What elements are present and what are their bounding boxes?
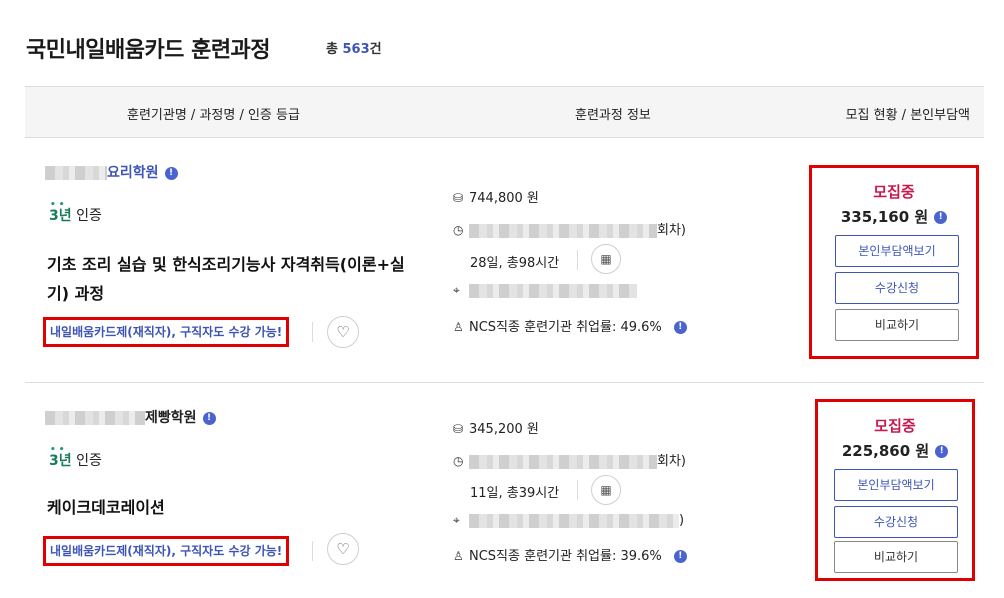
course-title[interactable]: 기초 조리 실습 및 한식조리기능사 자격취득(이론+실기) 과정: [47, 250, 407, 308]
divider: [312, 541, 313, 561]
heart-icon[interactable]: ♡: [327, 533, 359, 565]
institution-name[interactable]: 제빵학원!: [45, 407, 216, 427]
self-pay-amount: 335,160 원!: [812, 206, 976, 227]
status-panel: 모집중 335,160 원! 본인부담액보기 수강신청 비교하기: [809, 165, 979, 359]
cert-year: •• 3년: [49, 200, 72, 224]
cert-grade: •• 3년 인증: [49, 445, 102, 469]
course-address: ⌖): [453, 513, 685, 528]
page-title: 국민내일배움카드 훈련과정: [26, 38, 271, 63]
course-fee: ⛁ 744,800 원: [453, 191, 539, 206]
view-self-pay-button[interactable]: 본인부담액보기: [834, 469, 958, 501]
course-duration: 11일, 총39시간: [470, 486, 560, 501]
cert-year: •• 3년: [49, 445, 72, 469]
self-pay-amount: 225,860 원!: [818, 440, 972, 461]
card-type-tag: 내일배움카드제(재직자), 구직자도 수강 가능!: [43, 536, 290, 566]
person-icon: ♙: [453, 320, 464, 334]
calendar-icon[interactable]: ▦: [591, 244, 621, 274]
blurred-text: [469, 513, 679, 528]
header-col-status: 모집 현황 / 본인부담액: [845, 108, 970, 123]
header-col-info: 훈련과정 정보: [575, 108, 651, 123]
course-fee: ⛁ 345,200 원: [453, 422, 539, 437]
info-icon[interactable]: !: [935, 445, 949, 458]
apply-button[interactable]: 수강신청: [834, 506, 958, 538]
clock-icon: ◷: [453, 223, 464, 237]
info-icon[interactable]: !: [673, 321, 687, 334]
view-self-pay-button[interactable]: 본인부담액보기: [835, 235, 959, 267]
compare-button[interactable]: 비교하기: [834, 541, 958, 573]
heart-icon[interactable]: ♡: [327, 316, 359, 348]
institution-name[interactable]: 요리학원!: [45, 162, 178, 182]
blurred-text: [469, 454, 657, 469]
info-icon[interactable]: !: [673, 550, 687, 563]
blurred-text: [469, 223, 657, 238]
apply-button[interactable]: 수강신청: [835, 272, 959, 304]
divider: [312, 322, 313, 342]
divider: [577, 480, 578, 500]
recruit-status: 모집중: [873, 183, 915, 201]
employment-rate: ♙ NCS직종 훈련기관 취업률: 49.6%!: [453, 316, 687, 335]
course-address: ⌖: [453, 283, 637, 298]
header-col-institution: 훈련기관명 / 과정명 / 인증 등급: [127, 108, 300, 123]
coin-icon: ⛁: [453, 422, 464, 436]
info-icon[interactable]: !: [202, 411, 216, 425]
divider: [577, 250, 578, 270]
recruit-status: 모집중: [874, 417, 916, 435]
blurred-text: [45, 166, 107, 180]
location-pin-icon: ⌖: [453, 283, 460, 297]
total-count: 총 563건: [326, 42, 382, 57]
calendar-icon[interactable]: ▦: [591, 475, 621, 505]
course-period: ◷ 회차): [453, 454, 686, 469]
location-pin-icon: ⌖: [453, 513, 460, 527]
employment-rate: ♙ NCS직종 훈련기관 취업률: 39.6%!: [453, 545, 687, 564]
cert-grade: •• 3년 인증: [49, 200, 102, 224]
card-type-tag: 내일배움카드제(재직자), 구직자도 수강 가능!: [43, 317, 290, 347]
table-header: 훈련기관명 / 과정명 / 인증 등급 훈련과정 정보 모집 현황 / 본인부담…: [25, 86, 984, 138]
course-row: 제빵학원! •• 3년 인증 케이크데코레이션 내일배움카드제(재직자), 구직자…: [25, 383, 984, 598]
info-icon[interactable]: !: [934, 211, 948, 224]
clock-icon: ◷: [453, 454, 464, 468]
info-icon[interactable]: !: [164, 166, 178, 180]
coin-icon: ⛁: [453, 191, 464, 205]
blurred-text: [45, 411, 145, 425]
course-duration: 28일, 총98시간: [470, 256, 560, 271]
person-icon: ♙: [453, 549, 464, 563]
course-period: ◷ 회차): [453, 223, 686, 238]
compare-button[interactable]: 비교하기: [835, 309, 959, 341]
blurred-text: [469, 283, 637, 298]
course-title[interactable]: 케이크데코레이션: [47, 493, 407, 522]
course-row: 요리학원! •• 3년 인증 기초 조리 실습 및 한식조리기능사 자격취득(이론…: [25, 138, 984, 383]
status-panel: 모집중 225,860 원! 본인부담액보기 수강신청 비교하기: [815, 399, 975, 581]
